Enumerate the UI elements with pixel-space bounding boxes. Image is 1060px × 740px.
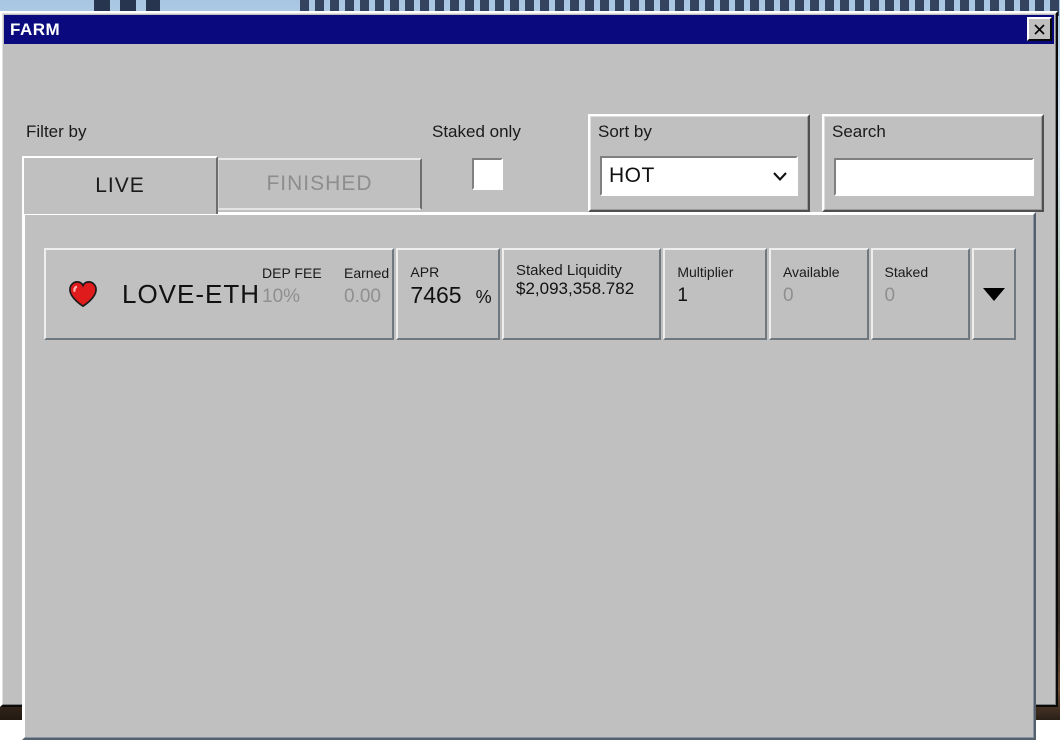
apr-value: 7465 — [410, 282, 462, 308]
close-icon — [1034, 23, 1045, 35]
multiplier-label: Multiplier — [677, 264, 734, 280]
farm-list-panel: LOVE-ETH DEP FEE 10% Earned 0.00 APR 746… — [22, 212, 1036, 740]
filter-by-label: Filter by — [26, 122, 87, 141]
multiplier-value: 1 — [677, 285, 688, 306]
farm-row-name-cell[interactable]: LOVE-ETH DEP FEE 10% Earned 0.00 — [44, 248, 395, 340]
farm-row-multiplier-cell[interactable]: Multiplier 1 — [663, 248, 767, 340]
earned-stat: Earned 0.00 — [344, 263, 389, 311]
dep-fee-label: DEP FEE — [262, 265, 322, 281]
farm-row-liquidity-cell[interactable]: Staked Liquidity $2,093,358.782 — [502, 248, 662, 340]
staked-only-label: Staked only — [432, 122, 521, 141]
earned-label: Earned — [344, 265, 390, 281]
farm-row-apr-cell[interactable]: APR 7465 % — [396, 248, 500, 340]
farm-row-available-cell[interactable]: Available 0 — [768, 248, 869, 340]
sort-by-group: Sort by HOT — [588, 114, 810, 212]
available-value: 0 — [782, 285, 794, 306]
staked-label: Staked — [884, 264, 929, 280]
sort-by-value: HOT — [609, 164, 655, 187]
dep-fee-stat: DEP FEE 10% — [262, 263, 322, 311]
chevron-down-icon — [773, 171, 787, 181]
earned-value: 0.00 — [344, 286, 381, 307]
window-title: FARM — [10, 19, 61, 39]
apr-value-row: 7465 % — [410, 282, 498, 309]
farm-window: FARM Filter by LIVE FINISHED Staked only… — [0, 11, 1058, 740]
heart-icon[interactable] — [68, 280, 98, 308]
sort-by-select[interactable]: HOT — [600, 156, 798, 196]
dep-fee-value: 10% — [262, 286, 301, 307]
farm-row-staked-cell[interactable]: Staked 0 — [870, 248, 971, 340]
tab-live[interactable]: LIVE — [22, 156, 218, 214]
staked-value: 0 — [884, 285, 896, 306]
available-label: Available — [782, 264, 840, 280]
close-button[interactable] — [1027, 17, 1052, 41]
tab-finished[interactable]: FINISHED — [218, 158, 422, 210]
apr-unit: % — [475, 287, 492, 307]
title-bar: FARM — [4, 15, 1054, 44]
staked-liquidity-label: Staked Liquidity — [516, 262, 622, 279]
search-input[interactable] — [834, 158, 1034, 196]
chevron-down-icon — [983, 287, 1006, 301]
table-row[interactable]: LOVE-ETH DEP FEE 10% Earned 0.00 APR 746… — [44, 248, 1016, 340]
pair-name: LOVE-ETH — [122, 278, 261, 309]
search-group: Search — [822, 114, 1044, 212]
sort-by-label: Sort by — [598, 122, 652, 141]
search-label: Search — [832, 122, 886, 141]
farm-row-expand-button[interactable] — [972, 248, 1016, 340]
filter-tabs: LIVE FINISHED — [22, 156, 422, 214]
staked-liquidity-value: $2,093,358.782 — [516, 279, 635, 298]
window-client-area: Filter by LIVE FINISHED Staked only Sort… — [4, 46, 1054, 740]
apr-label: APR — [410, 264, 440, 280]
staked-only-checkbox[interactable] — [472, 158, 503, 190]
